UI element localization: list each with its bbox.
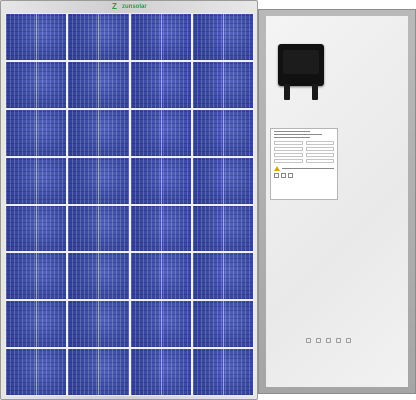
cell-area	[5, 13, 254, 396]
solar-cell-block	[6, 109, 67, 156]
solar-cell-block	[68, 253, 129, 300]
solar-cell-block	[130, 205, 191, 252]
symbol-icon	[326, 338, 331, 343]
symbol-icon	[306, 338, 311, 343]
backsheet	[266, 16, 408, 387]
solar-cell-block	[6, 157, 67, 204]
solar-cell-block	[6, 349, 67, 395]
solar-cell-block	[68, 301, 129, 348]
certification-icon	[274, 173, 279, 178]
solar-cell-block	[192, 14, 253, 60]
solar-cell-block	[192, 109, 253, 156]
brand-logo: Z zunsolar	[112, 2, 147, 12]
solar-cell-block	[192, 205, 253, 252]
solar-cell-block	[130, 14, 191, 60]
solar-cell-block	[130, 157, 191, 204]
certification-icon	[281, 173, 286, 178]
solar-cell-block	[192, 61, 253, 108]
solar-cell-block	[6, 301, 67, 348]
solar-cell-block	[130, 301, 191, 348]
solar-cell-block	[6, 14, 67, 60]
solar-cell-block	[130, 349, 191, 395]
solar-cell-block	[130, 61, 191, 108]
cable-right	[312, 84, 318, 100]
solar-cell-block	[130, 253, 191, 300]
product-image: Z zunsolar	[0, 0, 416, 400]
solar-cell-block	[130, 109, 191, 156]
solar-cell-block	[68, 14, 129, 60]
solar-cell-block	[192, 301, 253, 348]
symbol-icon	[316, 338, 321, 343]
certification-icons	[274, 173, 334, 178]
brand-name: zunsolar	[122, 4, 147, 10]
solar-cell-block	[6, 205, 67, 252]
solar-cell-block	[192, 349, 253, 395]
bottom-symbols	[306, 338, 351, 343]
solar-cell-block	[192, 157, 253, 204]
cable-left	[284, 84, 290, 100]
brand-logo-icon: Z	[112, 2, 117, 11]
solar-cell-block	[6, 61, 67, 108]
solar-panel-front: Z zunsolar	[0, 0, 258, 400]
solar-cell-block	[68, 109, 129, 156]
solar-cell-block	[6, 253, 67, 300]
cell-grid	[6, 14, 253, 395]
solar-cell-block	[68, 61, 129, 108]
junction-box	[278, 44, 324, 86]
warning-icon	[274, 166, 280, 171]
spec-label	[270, 128, 338, 200]
solar-cell-block	[68, 157, 129, 204]
solar-cell-block	[68, 349, 129, 395]
solar-panel-back	[258, 9, 416, 394]
spec-table	[274, 141, 334, 163]
symbol-icon	[346, 338, 351, 343]
solar-cell-block	[68, 205, 129, 252]
certification-icon	[288, 173, 293, 178]
solar-cell-block	[192, 253, 253, 300]
symbol-icon	[336, 338, 341, 343]
